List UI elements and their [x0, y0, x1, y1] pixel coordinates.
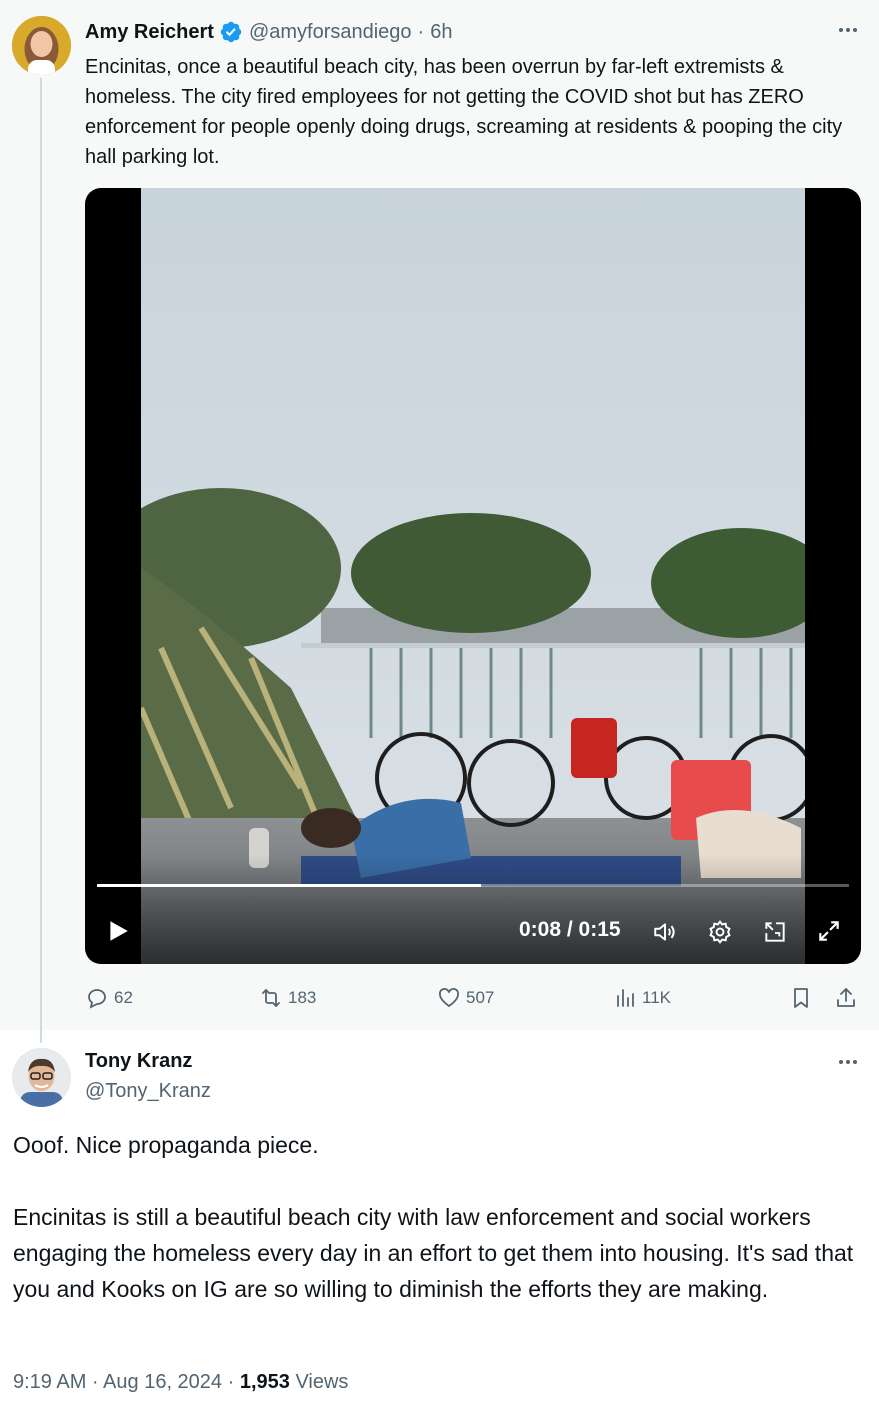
- separator-dot: ·: [417, 20, 425, 43]
- video-settings-button[interactable]: [704, 917, 736, 947]
- thread-connector-line: [40, 78, 42, 1043]
- video-timecode: 0:08 / 0:15: [519, 918, 621, 941]
- reply-text: Ooof. Nice propaganda piece. Encinitas i…: [13, 1132, 854, 1302]
- video-progress-bar[interactable]: [97, 884, 849, 887]
- author-avatar[interactable]: [12, 16, 71, 75]
- video-controls-overlay: [85, 854, 861, 964]
- picture-in-picture-icon: [765, 922, 785, 942]
- views-button[interactable]: 11K: [613, 983, 671, 1013]
- bookmark-icon: [794, 988, 808, 1008]
- author-name[interactable]: Amy Reichert: [85, 21, 214, 44]
- verified-badge-icon: [220, 21, 242, 43]
- reply-icon: [88, 989, 106, 1009]
- like-button[interactable]: 507: [437, 983, 494, 1013]
- fullscreen-button[interactable]: [813, 916, 845, 946]
- more-horizontal-icon: [839, 1060, 857, 1064]
- repost-button[interactable]: 183: [259, 983, 316, 1013]
- reply-view-count: 1,953: [239, 1371, 290, 1393]
- reply-count: 62: [114, 988, 133, 1007]
- author-handle[interactable]: @amyforsandiego: [249, 21, 412, 44]
- author-line: Amy Reichert @amyforsandiego · 6h: [85, 17, 452, 47]
- more-horizontal-icon: [839, 28, 857, 32]
- picture-in-picture-button[interactable]: [759, 917, 791, 947]
- reply-author-avatar[interactable]: [12, 1048, 71, 1107]
- reply-author-handle[interactable]: @Tony_Kranz: [85, 1080, 211, 1103]
- analytics-icon: [617, 989, 634, 1007]
- repost-icon: [262, 989, 280, 1007]
- play-button[interactable]: [103, 916, 133, 946]
- repost-count: 183: [288, 988, 317, 1007]
- fullscreen-icon: [819, 921, 839, 941]
- gear-icon: [709, 920, 731, 944]
- volume-button[interactable]: [649, 917, 681, 947]
- tweet-text: Encinitas, once a beautiful beach city, …: [85, 56, 848, 168]
- tweet-action-bar: 62 183 507 11K: [85, 983, 865, 1013]
- reply-author-name[interactable]: Tony Kranz: [85, 1050, 192, 1073]
- more-options-button[interactable]: [833, 20, 863, 40]
- share-button[interactable]: [834, 983, 863, 1013]
- reply-more-options-button[interactable]: [833, 1052, 863, 1072]
- video-player[interactable]: 0:08 / 0:15: [85, 188, 861, 964]
- tweet-time[interactable]: 6h: [430, 21, 452, 44]
- reply-views-label: Views: [289, 1371, 349, 1393]
- volume-icon: [654, 923, 675, 941]
- reply-metadata: 9:19 AM · Aug 16, 2024 · 1,953 Views: [13, 1371, 348, 1394]
- play-icon: [110, 921, 128, 941]
- share-icon: [837, 988, 855, 1007]
- views-count: 11K: [642, 988, 671, 1007]
- heart-icon: [439, 988, 459, 1008]
- reply-button[interactable]: 62: [85, 983, 133, 1013]
- bookmark-button[interactable]: [789, 983, 818, 1013]
- video-progress-fill: [97, 884, 481, 887]
- reply-timestamp[interactable]: 9:19 AM · Aug 16, 2024 ·: [13, 1371, 240, 1393]
- video-frame[interactable]: [141, 188, 805, 964]
- like-count: 507: [466, 988, 495, 1007]
- video-still-image: [141, 188, 805, 964]
